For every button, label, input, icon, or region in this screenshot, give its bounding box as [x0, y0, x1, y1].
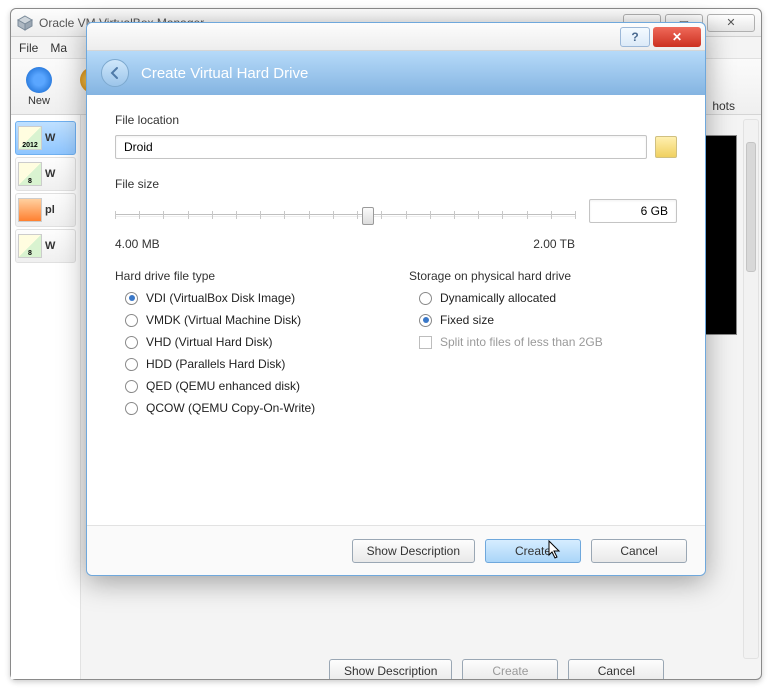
radio-icon — [125, 336, 138, 349]
hd-type-label: QCOW (QEMU Copy-On-Write) — [146, 401, 315, 415]
show-description-button-bg[interactable]: Show Description — [329, 659, 452, 679]
radio-icon — [419, 314, 432, 327]
hd-type-label: VMDK (Virtual Machine Disk) — [146, 313, 301, 327]
hd-type-option[interactable]: QED (QEMU enhanced disk) — [125, 379, 383, 393]
vm-item[interactable]: 8W — [15, 229, 76, 263]
vm-name: W — [45, 240, 73, 252]
size-max-label: 2.00 TB — [533, 237, 575, 251]
back-button[interactable] — [101, 59, 129, 87]
radio-icon — [125, 292, 138, 305]
slider-thumb[interactable] — [362, 207, 374, 225]
vm-list: 2012W 8W pl 8W — [11, 115, 81, 679]
menu-machine[interactable]: Ma — [50, 41, 67, 55]
toolbar-new-button[interactable]: New — [17, 67, 61, 107]
file-size-label: File size — [115, 177, 677, 191]
os-icon: 8 — [18, 234, 42, 258]
dialog-title: Create Virtual Hard Drive — [141, 65, 308, 82]
hd-type-option[interactable]: VDI (VirtualBox Disk Image) — [125, 291, 383, 305]
dialog-close-button[interactable]: ✕ — [653, 27, 701, 47]
split-checkbox-row: Split into files of less than 2GB — [419, 335, 677, 349]
show-description-button[interactable]: Show Description — [352, 539, 475, 563]
radio-icon — [419, 292, 432, 305]
create-button-bg: Create — [462, 659, 558, 679]
radio-icon — [125, 314, 138, 327]
hd-type-option[interactable]: QCOW (QEMU Copy-On-Write) — [125, 401, 383, 415]
hd-type-label: QED (QEMU enhanced disk) — [146, 379, 300, 393]
os-icon: 2012 — [18, 126, 42, 150]
vm-name: W — [45, 168, 73, 180]
radio-icon — [125, 358, 138, 371]
split-checkbox — [419, 336, 432, 349]
cancel-button-bg[interactable]: Cancel — [568, 659, 664, 679]
snapshots-tab[interactable]: hots — [712, 99, 735, 113]
hd-type-label: VHD (Virtual Hard Disk) — [146, 335, 272, 349]
hd-type-option[interactable]: HDD (Parallels Hard Disk) — [125, 357, 383, 371]
help-button[interactable]: ? — [620, 27, 650, 47]
vm-item[interactable]: pl — [15, 193, 76, 227]
radio-icon — [125, 380, 138, 393]
hd-type-option[interactable]: VMDK (Virtual Machine Disk) — [125, 313, 383, 327]
vm-item[interactable]: 2012W — [15, 121, 76, 155]
hd-type-label: VDI (VirtualBox Disk Image) — [146, 291, 295, 305]
size-slider[interactable] — [115, 203, 575, 229]
toolbar-new-label: New — [28, 95, 50, 107]
virtualbox-logo-icon — [17, 15, 33, 31]
new-vm-icon — [26, 67, 52, 93]
os-icon — [18, 198, 42, 222]
cancel-button[interactable]: Cancel — [591, 539, 687, 563]
create-vhd-dialog: ? ✕ Create Virtual Hard Drive File locat… — [86, 22, 706, 576]
radio-icon — [125, 402, 138, 415]
hd-type-label: Hard drive file type — [115, 269, 383, 283]
create-button[interactable]: Create — [485, 539, 581, 563]
menu-file[interactable]: File — [19, 41, 38, 55]
close-button[interactable]: ✕ — [707, 14, 755, 32]
storage-option[interactable]: Dynamically allocated — [419, 291, 677, 305]
hd-type-option[interactable]: VHD (Virtual Hard Disk) — [125, 335, 383, 349]
hd-type-label: HDD (Parallels Hard Disk) — [146, 357, 285, 371]
storage-label: Storage on physical hard drive — [409, 269, 677, 283]
dialog-titlebar[interactable]: ? ✕ — [87, 23, 705, 51]
vm-item[interactable]: 8W — [15, 157, 76, 191]
os-icon: 8 — [18, 162, 42, 186]
browse-button[interactable] — [655, 136, 677, 158]
size-min-label: 4.00 MB — [115, 237, 160, 251]
file-location-label: File location — [115, 113, 677, 127]
vm-name: pl — [45, 204, 73, 216]
dialog-footer: Show Description Create Cancel — [87, 525, 705, 575]
vm-name: W — [45, 132, 73, 144]
split-label: Split into files of less than 2GB — [440, 335, 603, 349]
file-size-input[interactable] — [589, 199, 677, 223]
file-location-input[interactable] — [115, 135, 647, 159]
dialog-header: Create Virtual Hard Drive — [87, 51, 705, 95]
storage-opt-label: Dynamically allocated — [440, 291, 556, 305]
storage-option[interactable]: Fixed size — [419, 313, 677, 327]
storage-opt-label: Fixed size — [440, 313, 494, 327]
